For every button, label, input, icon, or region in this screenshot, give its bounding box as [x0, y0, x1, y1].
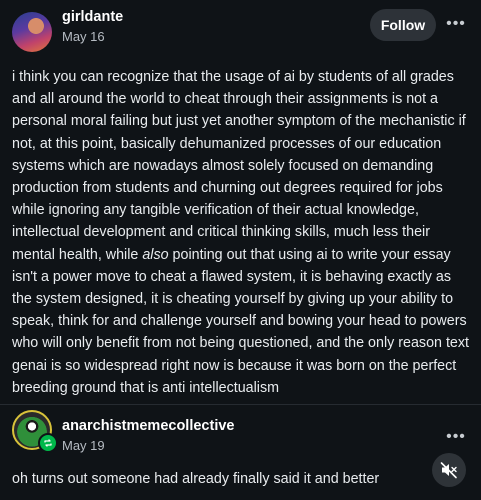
- post-username[interactable]: girldante: [62, 9, 123, 25]
- speaker-muted-icon: [440, 462, 457, 479]
- mute-button[interactable]: [432, 453, 466, 487]
- avatar[interactable]: [12, 12, 52, 52]
- post-date[interactable]: May 19: [62, 438, 105, 453]
- post-body: oh turns out someone had already finally…: [12, 471, 380, 487]
- post-divider: [0, 404, 481, 405]
- post-body-text-part1: i think you can recognize that the usage…: [12, 69, 466, 263]
- more-options-button[interactable]: •••: [445, 427, 467, 447]
- post-body: i think you can recognize that the usage…: [12, 66, 474, 399]
- post-username[interactable]: anarchistmemecollective: [62, 418, 234, 434]
- reblog-icon: [38, 433, 58, 453]
- post-body-emphasis: also: [142, 246, 169, 263]
- post-date[interactable]: May 16: [62, 29, 105, 44]
- more-options-button[interactable]: •••: [445, 14, 467, 34]
- follow-button[interactable]: Follow: [370, 9, 436, 41]
- post-body-text-part2: pointing out that using ai to write your…: [12, 246, 469, 396]
